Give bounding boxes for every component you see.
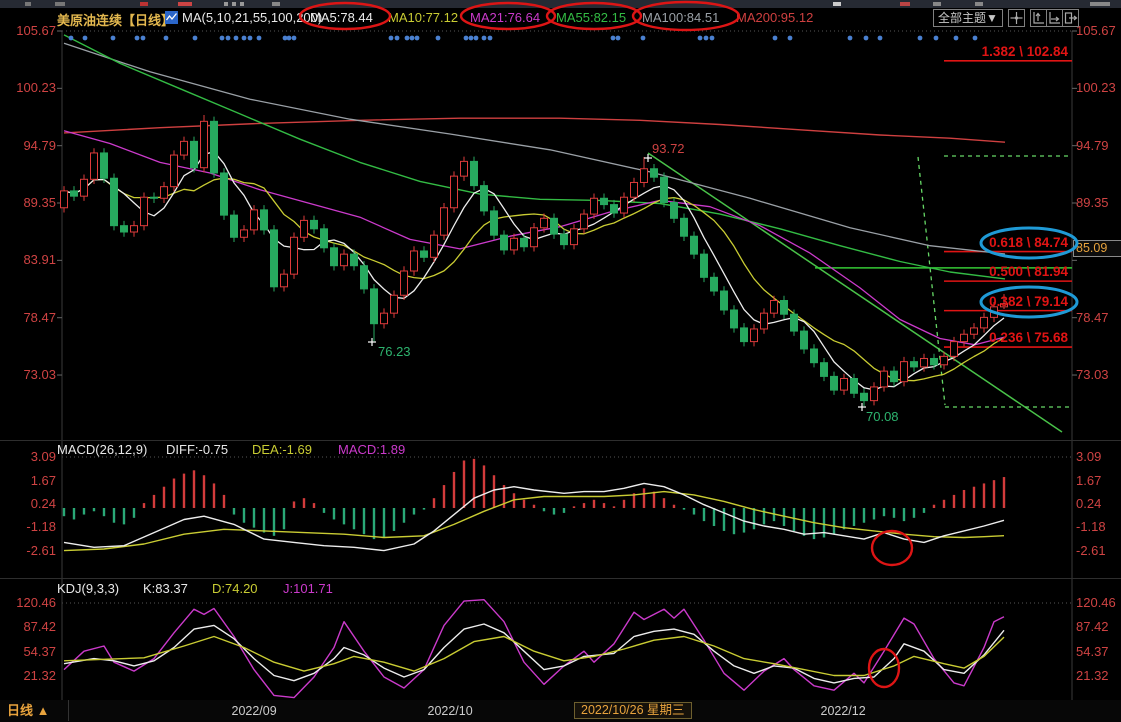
period-selector[interactable]: 日线 ▲ — [0, 700, 69, 721]
price-axis-label: 78.47 — [1076, 311, 1109, 325]
pan-move-icon — [1009, 10, 1024, 26]
kdj-j-value: J:101.71 — [283, 582, 333, 596]
date-tick-label: 2022/09 — [232, 704, 277, 718]
price-axis-label: 78.47 — [0, 311, 56, 325]
ma-value-label: MA55:82.15 — [556, 10, 626, 25]
kdj-axis-label: 87.42 — [1076, 620, 1109, 634]
price-axis-label: 94.79 — [1076, 139, 1109, 153]
last-price-axis-tag: 85.09 — [1073, 240, 1121, 257]
date-tick-label: 2022/12 — [821, 704, 866, 718]
event-dots — [69, 36, 978, 41]
macd-settings-label: MACD(26,12,9) — [57, 443, 147, 457]
swing-high-price-label: 93.72 — [652, 142, 685, 156]
theme-selector-button[interactable]: 全部主题▼ — [933, 9, 1003, 27]
macd-pane — [64, 459, 1004, 551]
price-axis-label: 73.03 — [1076, 368, 1109, 382]
ma-value-label: MA100:84.51 — [642, 10, 719, 25]
macd-macd-value: MACD:1.89 — [338, 443, 405, 457]
fibonacci-level-label: 0.500 \ 81.94 — [938, 264, 1068, 279]
candlestick-chart-canvas[interactable] — [0, 0, 1121, 722]
exit-fullscreen-button[interactable] — [1062, 9, 1079, 27]
ma-value-label: MA21:76.64 — [470, 10, 540, 25]
macd-axis-label: -2.61 — [0, 544, 56, 558]
price-axis-label: 73.03 — [0, 368, 56, 382]
macd-axis-label: 1.67 — [0, 474, 56, 488]
kdj-axis-label: 120.46 — [0, 596, 56, 610]
zoom-axis-x-button[interactable] — [1046, 9, 1063, 27]
ma-lines — [64, 35, 1005, 390]
kdj-axis-label: 54.37 — [1076, 645, 1109, 659]
chart-frame — [0, 31, 1121, 722]
macd-axis-label: -1.18 — [1076, 520, 1106, 534]
price-axis-label: 94.79 — [0, 139, 56, 153]
ma-value-label: MA10:77.12 — [388, 10, 458, 25]
kdj-d-value: D:74.20 — [212, 582, 258, 596]
kdj-k-value: K:83.37 — [143, 582, 188, 596]
swing-low-price-label: 76.23 — [378, 345, 411, 359]
price-axis-label: 105.67 — [0, 24, 56, 38]
price-axis-label: 100.23 — [1076, 81, 1116, 95]
price-axis-label: 89.35 — [0, 196, 56, 210]
price-axis-label: 100.23 — [0, 81, 56, 95]
macd-axis-label: -2.61 — [1076, 544, 1106, 558]
ma-value-label: MA5:78.44 — [310, 10, 373, 25]
price-axis-label: 83.91 — [0, 253, 56, 267]
kdj-settings-label: KDJ(9,3,3) — [57, 582, 119, 596]
arrow-out-icon — [1063, 10, 1078, 26]
fibonacci-level-label: 0.236 \ 75.68 — [938, 330, 1068, 345]
swing-cross-markers — [368, 154, 866, 411]
macd-axis-label: 1.67 — [1076, 474, 1101, 488]
fibonacci-level-label: 1.382 \ 102.84 — [938, 44, 1068, 59]
macd-dea-value: DEA:-1.69 — [252, 443, 312, 457]
instrument-title: 美原油连续【日线】 — [57, 10, 174, 29]
kdj-axis-label: 21.32 — [1076, 669, 1109, 683]
kdj-axis-label: 120.46 — [1076, 596, 1116, 610]
kdj-axis-label: 54.37 — [0, 645, 56, 659]
price-axis-label: 89.35 — [1076, 196, 1109, 210]
drawing-lines — [648, 153, 1072, 432]
axis-zoom-horizontal-icon — [1047, 10, 1062, 26]
crosshair-date-tag: 2022/10/26 星期三 — [574, 702, 692, 719]
trading-chart-window: 美原油连续【日线】 MA(5,10,21,55,100,200) 全部主题▼ — [0, 0, 1121, 722]
pan-tool-button[interactable] — [1008, 9, 1025, 27]
kdj-axis-label: 87.42 — [0, 620, 56, 634]
ma-settings-label: MA(5,10,21,55,100,200) — [182, 10, 322, 25]
candles — [61, 115, 1008, 406]
macd-axis-label: 3.09 — [1076, 450, 1101, 464]
swing-low-price-label: 70.08 — [866, 410, 899, 424]
fibonacci-level-label: 0.618 \ 84.74 — [938, 235, 1068, 250]
ma-value-label: MA200:95.12 — [736, 10, 813, 25]
candlestick-chart-icon[interactable] — [165, 11, 178, 24]
date-tick-label: 2022/10 — [428, 704, 473, 718]
macd-diff-value: DIFF:-0.75 — [166, 443, 228, 457]
kdj-axis-label: 21.32 — [0, 669, 56, 683]
fibonacci-level-label: 0.382 \ 79.14 — [938, 294, 1068, 309]
zoom-axis-y-button[interactable] — [1030, 9, 1047, 27]
price-axis-label: 105.67 — [1076, 24, 1116, 38]
axis-zoom-vertical-icon — [1031, 10, 1046, 26]
macd-axis-label: 3.09 — [0, 450, 56, 464]
kdj-pane — [64, 600, 1004, 698]
macd-axis-label: -1.18 — [0, 520, 56, 534]
macd-axis-label: 0.24 — [1076, 497, 1101, 511]
date-axis[interactable]: 2022/09 2022/10 2022/10/26 星期三 2022/12 — [0, 700, 1121, 722]
macd-axis-label: 0.24 — [0, 497, 56, 511]
